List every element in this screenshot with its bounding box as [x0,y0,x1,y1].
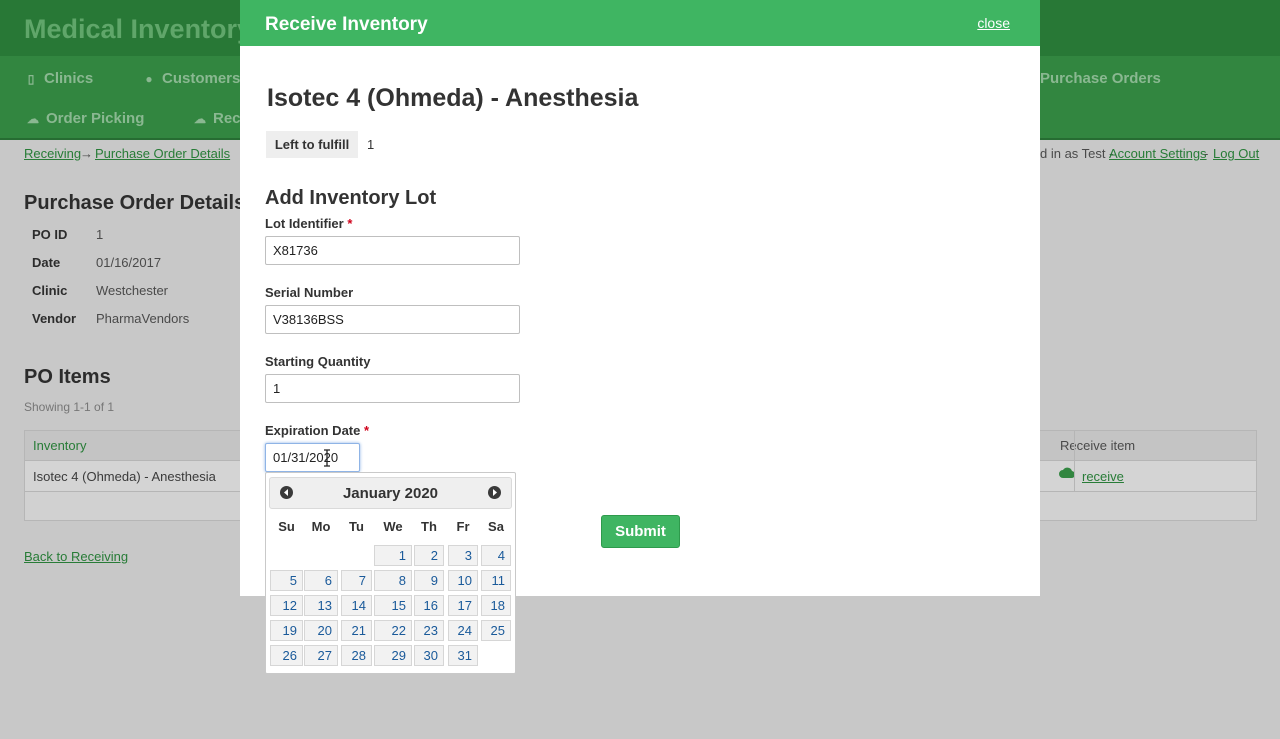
calendar-day[interactable]: 27 [304,645,338,666]
calendar-day[interactable]: 14 [341,595,372,616]
serial-number-label: Serial Number [265,285,354,300]
next-month-icon[interactable] [488,486,501,499]
left-to-fulfill-value: 1 [367,137,375,152]
expiration-date-label: Expiration Date * [265,423,370,438]
calendar-day[interactable]: 11 [481,570,511,591]
calendar-day[interactable]: 18 [481,595,511,616]
weekday-label: Fr [456,519,470,534]
calendar-day[interactable]: 20 [304,620,338,641]
inventory-item-title: Isotec 4 (Ohmeda) - Anesthesia [267,84,639,112]
lot-identifier-input[interactable] [265,236,520,265]
datepicker-popup: January 2020 Su Mo Tu We Th Fr Sa 1 2 3 4 5 6 7 8 9 10 1… [265,472,516,674]
submit-button[interactable]: Submit [601,515,680,548]
weekday-label: Sa [488,519,504,534]
lot-identifier-label: Lot Identifier * [265,216,353,231]
calendar-day[interactable]: 13 [304,595,338,616]
calendar-day[interactable]: 15 [374,595,412,616]
expiration-date-input[interactable] [265,443,360,472]
weekday-label: Mo [311,519,331,534]
text-cursor-icon [323,449,331,467]
calendar-day[interactable]: 10 [448,570,478,591]
calendar-day[interactable]: 5 [270,570,303,591]
calendar-day[interactable]: 7 [341,570,372,591]
calendar-day[interactable]: 19 [270,620,303,641]
starting-quantity-label: Starting Quantity [265,354,371,369]
calendar-day[interactable]: 8 [374,570,412,591]
weekday-label: We [383,519,403,534]
calendar-day[interactable]: 12 [270,595,303,616]
calendar-day[interactable]: 29 [374,645,412,666]
calendar-day[interactable]: 9 [414,570,444,591]
weekday-label: Tu [349,519,364,534]
calendar-day[interactable]: 26 [270,645,303,666]
calendar-day[interactable]: 3 [448,545,478,566]
left-to-fulfill-label: Left to fulfill [266,131,358,158]
calendar-day[interactable]: 4 [481,545,511,566]
calendar-day[interactable]: 6 [304,570,338,591]
calendar-day[interactable]: 2 [414,545,444,566]
calendar-day[interactable]: 25 [481,620,511,641]
weekday-label: Th [421,519,437,534]
required-marker: * [347,216,353,231]
required-marker: * [363,423,370,438]
serial-number-input[interactable] [265,305,520,334]
calendar-day[interactable]: 21 [341,620,372,641]
modal-title: Receive Inventory [265,14,428,35]
datepicker-month-label: January 2020 [342,485,439,502]
calendar-day[interactable]: 23 [414,620,444,641]
calendar-day[interactable]: 31 [448,645,478,666]
calendar-day[interactable]: 22 [374,620,412,641]
starting-quantity-input[interactable] [265,374,520,403]
weekday-label: Su [278,519,295,534]
add-lot-heading: Add Inventory Lot [265,187,437,209]
datepicker-header: January 2020 [269,477,512,509]
modal-header: Receive Inventory close [240,0,1040,46]
calendar-day[interactable]: 28 [341,645,372,666]
calendar-day[interactable]: 17 [448,595,478,616]
calendar-day[interactable]: 1 [374,545,412,566]
close-link[interactable]: close [977,15,1010,31]
calendar-day[interactable]: 16 [414,595,444,616]
calendar-day[interactable]: 30 [414,645,444,666]
calendar-day[interactable]: 24 [448,620,478,641]
